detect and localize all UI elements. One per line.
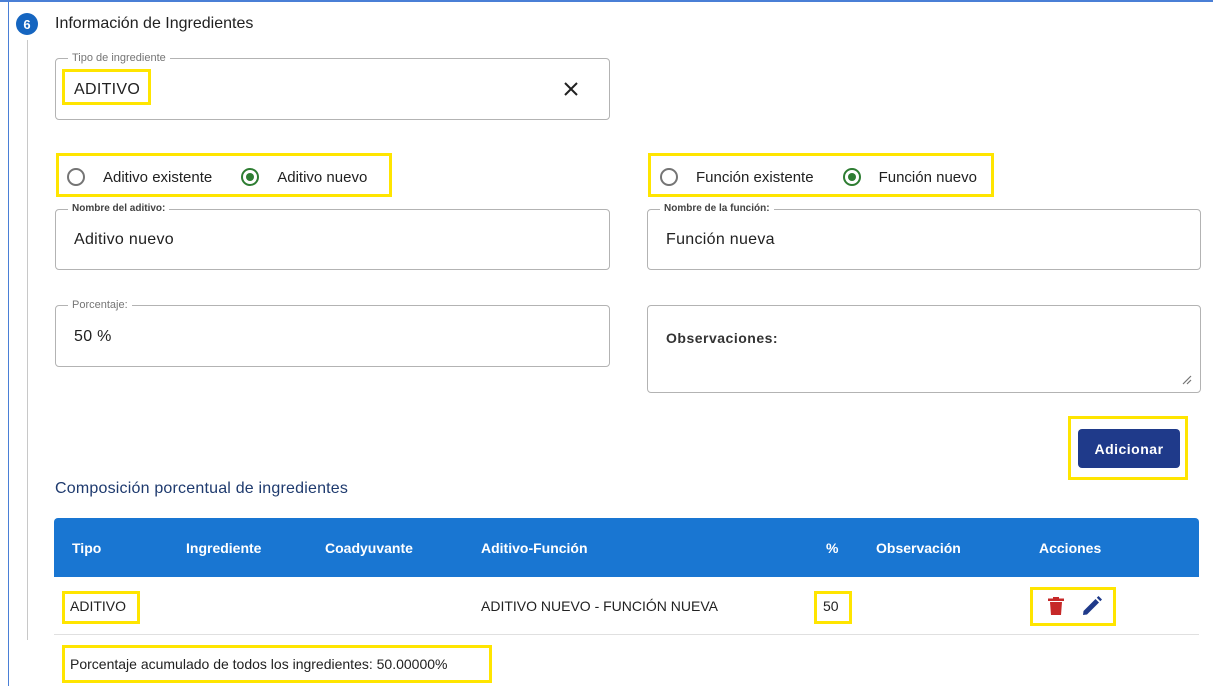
highlight-row-tipo [62, 591, 140, 624]
porcentaje-label: Porcentaje: [68, 299, 132, 311]
stepper-connector [27, 40, 28, 640]
observaciones-label: Observaciones: [666, 330, 779, 346]
nombre-aditivo-label: Nombre del aditivo: [68, 203, 170, 215]
porcentaje-value: 50 % [74, 328, 112, 345]
column-header-aditivo-funcion: Aditivo-Función [481, 540, 588, 556]
porcentaje-field[interactable]: Porcentaje: 50 % [55, 299, 610, 367]
column-header-observacion: Observación [876, 540, 961, 556]
frame-top-border [0, 0, 1213, 2]
highlight-aditivo-radios [56, 153, 392, 197]
highlight-footer [62, 645, 492, 683]
nombre-aditivo-value: Aditivo nuevo [74, 231, 174, 248]
nombre-funcion-field[interactable]: Nombre de la función: Función nueva [647, 203, 1201, 270]
table-row: ADITIVO ADITIVO NUEVO - FUNCIÓN NUEVA 50 [54, 577, 1199, 635]
resize-grip-icon[interactable] [1182, 375, 1192, 385]
composition-table-header: Tipo Ingrediente Coadyuvante Aditivo-Fun… [54, 518, 1199, 577]
nombre-funcion-value: Función nueva [666, 231, 775, 248]
section-title: Información de Ingredientes [55, 15, 254, 32]
step-number-badge: 6 [16, 13, 38, 35]
nombre-funcion-label: Nombre de la función: [660, 203, 774, 215]
highlight-row-actions [1030, 587, 1116, 626]
close-icon[interactable] [561, 79, 581, 99]
tipo-ingrediente-label: Tipo de ingrediente [68, 52, 170, 64]
composition-title: Composición porcentual de ingredientes [55, 480, 349, 497]
column-header-coadyuvante: Coadyuvante [325, 540, 413, 556]
observaciones-textarea[interactable]: Observaciones: [647, 305, 1201, 393]
highlight-tipo-value [62, 69, 151, 105]
highlight-adicionar-button [1068, 416, 1188, 480]
column-header-porcentaje: % [826, 540, 839, 556]
column-header-ingrediente: Ingrediente [186, 540, 262, 556]
cell-aditivo-funcion: ADITIVO NUEVO - FUNCIÓN NUEVA [481, 598, 718, 614]
nombre-aditivo-field[interactable]: Nombre del aditivo: Aditivo nuevo [55, 203, 610, 270]
highlight-funcion-radios [648, 153, 994, 197]
column-header-acciones: Acciones [1039, 540, 1102, 556]
highlight-row-porcentaje [814, 591, 852, 624]
column-header-tipo: Tipo [72, 540, 102, 556]
row-divider [54, 634, 1199, 635]
frame-left-border [8, 0, 9, 686]
